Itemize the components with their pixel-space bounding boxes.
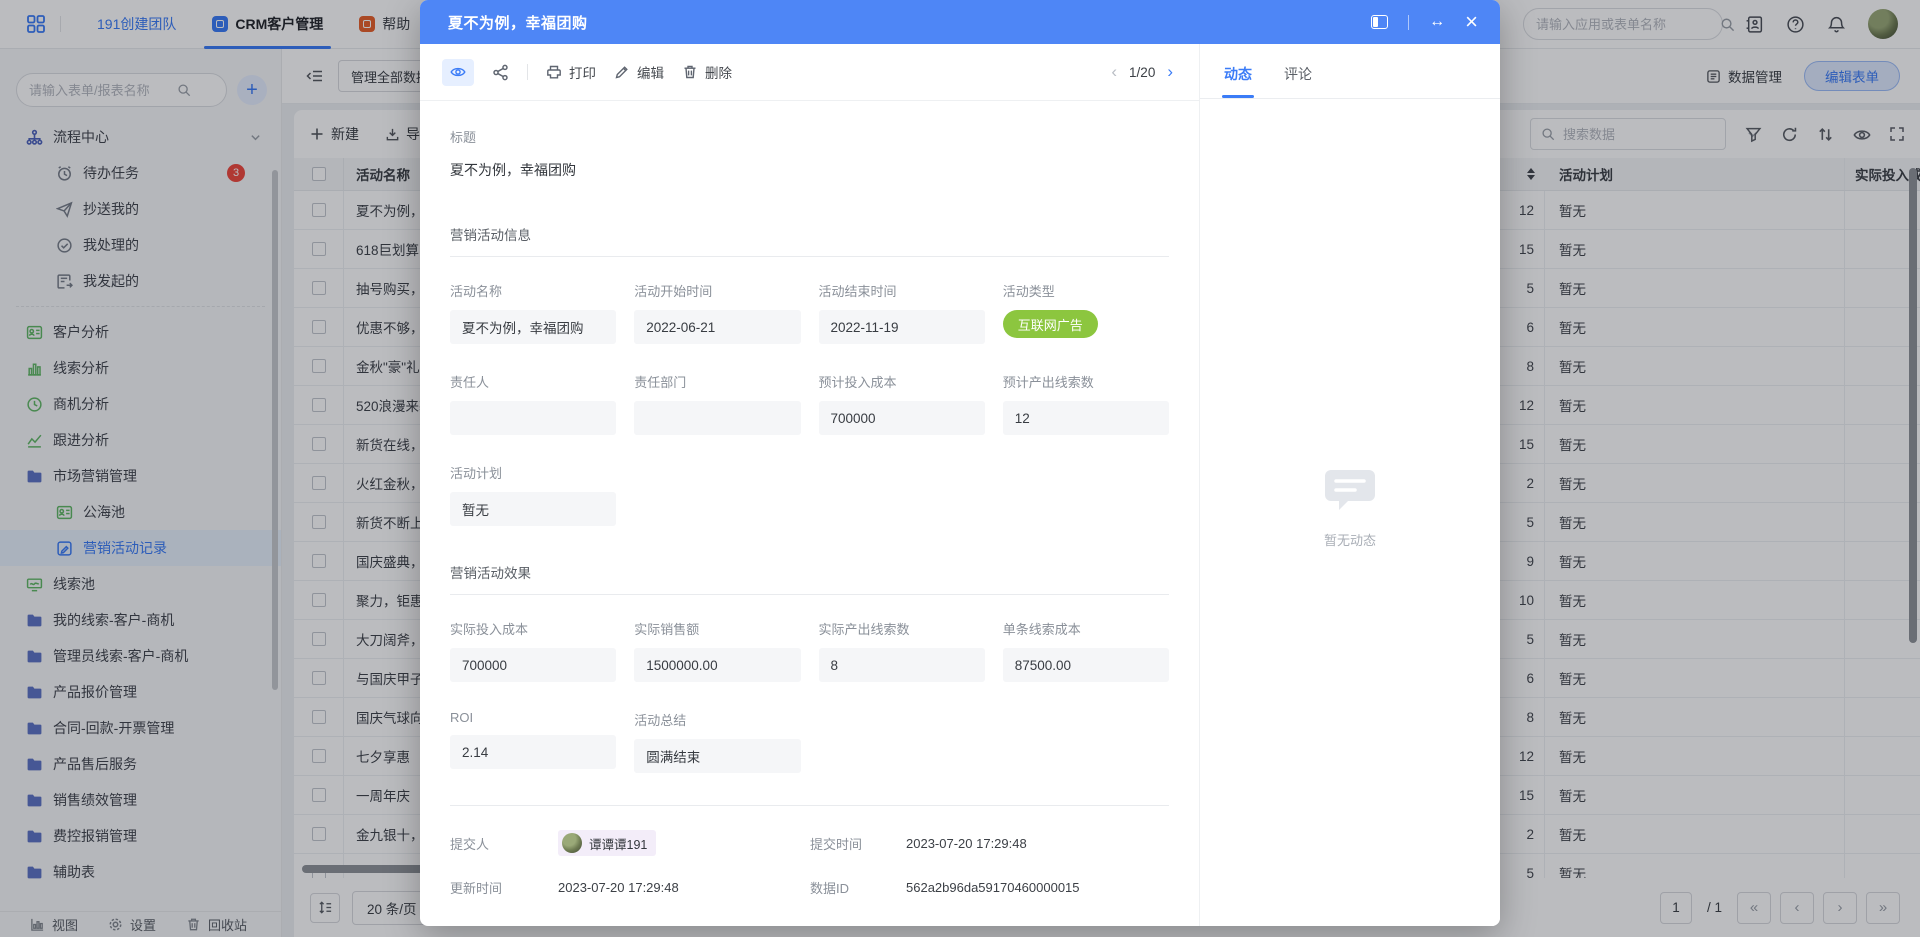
detail-toolbar: 打印 编辑 [420, 44, 1199, 101]
field-value: 1500000.00 [634, 648, 800, 682]
record-position-label: 1/20 [1129, 65, 1155, 80]
field-value: 700000 [450, 648, 616, 682]
field-roi: ROI 2.14 [450, 710, 616, 773]
field-cost-per-lead: 单条线索成本 87500.00 [1003, 619, 1169, 682]
activity-empty-state: 暂无动态 [1200, 464, 1500, 549]
field-value: 夏不为例，幸福团购 [450, 310, 616, 344]
field-owner: 责任人 [450, 372, 616, 435]
printer-icon [546, 64, 563, 81]
field-value: 圆满结束 [634, 739, 800, 773]
expand-icon[interactable]: ↔ [1429, 14, 1445, 30]
preview-mode-button[interactable] [442, 59, 474, 86]
activity-pane: 动态 评论 暂无动态 [1200, 44, 1500, 926]
field-value [634, 401, 800, 435]
record-detail-scroll[interactable]: 标题 夏不为例，幸福团购 营销活动信息 活动名称 夏不为例，幸福团购 活动开始时… [420, 101, 1199, 926]
submitter-avatar [562, 833, 582, 853]
field-summary: 活动总结 圆满结束 [634, 710, 800, 773]
record-detail-modal: 夏不为例，幸福团购 ↔ × [420, 0, 1500, 926]
record-pager: ‹ 1/20 › [1111, 62, 1173, 82]
field-row: 活动名称 夏不为例，幸福团购 活动开始时间 2022-06-21 活动结束时间 … [450, 281, 1169, 344]
empty-text: 暂无动态 [1324, 530, 1376, 549]
record-meta: 提交人 谭谭谭191 提交时间 2023-07-20 17:29:48 更新时间… [450, 830, 1169, 897]
toggle-side-panel-icon[interactable] [1371, 15, 1388, 29]
field-actual-cost: 实际投入成本 700000 [450, 619, 616, 682]
record-detail-pane: 打印 编辑 [420, 44, 1200, 926]
trash-icon [682, 64, 699, 81]
next-record-button[interactable]: › [1167, 62, 1173, 82]
field-value: 2.14 [450, 735, 616, 769]
field-value: 2022-06-21 [634, 310, 800, 344]
field-row: 实际投入成本 700000 实际销售额 1500000.00 实际产出线索数 8 [450, 619, 1169, 682]
delete-button[interactable]: 删除 [682, 62, 732, 82]
field-value: 12 [1003, 401, 1169, 435]
field-value: 2022-11-19 [819, 310, 985, 344]
field-campaign-type: 活动类型 互联网广告 [1003, 281, 1169, 344]
field-end-date: 活动结束时间 2022-11-19 [819, 281, 985, 344]
data-id-value: 562a2b96da59170460000015 [906, 880, 1169, 895]
field-actual-sales: 实际销售额 1500000.00 [634, 619, 800, 682]
field-row: 活动计划 暂无 [450, 463, 1169, 526]
update-time-value: 2023-07-20 17:29:48 [558, 880, 810, 895]
submit-time-value: 2023-07-20 17:29:48 [906, 836, 1169, 851]
submitter-tag[interactable]: 谭谭谭191 [558, 830, 656, 856]
field-campaign-name: 活动名称 夏不为例，幸福团购 [450, 281, 616, 344]
tab-activity[interactable]: 动态 [1224, 64, 1252, 98]
field-value: 87500.00 [1003, 648, 1169, 682]
modal-header-divider [1408, 15, 1409, 30]
modal-header: 夏不为例，幸福团购 ↔ × [420, 0, 1500, 44]
field-expected-cost: 预计投入成本 700000 [819, 372, 985, 435]
meta-divider [450, 805, 1169, 806]
field-value: 8 [819, 648, 985, 682]
field-campaign-plan: 活动计划 暂无 [450, 463, 616, 526]
field-value: 暂无 [450, 492, 616, 526]
field-row: ROI 2.14 活动总结 圆满结束 [450, 710, 1169, 773]
section-title-campaign-info: 营销活动信息 [450, 224, 1169, 257]
field-start-date: 活动开始时间 2022-06-21 [634, 281, 800, 344]
print-button[interactable]: 打印 [546, 62, 596, 82]
edit-button[interactable]: 编辑 [614, 62, 664, 82]
empty-bubble-icon [1319, 464, 1381, 516]
toolbar-divider [527, 64, 528, 80]
campaign-type-tag: 互联网广告 [1003, 310, 1098, 338]
app-screen: 191创建团队 CRM客户管理 帮助 [0, 0, 1920, 937]
field-department: 责任部门 [634, 372, 800, 435]
activity-tabs: 动态 评论 [1200, 44, 1500, 99]
close-icon[interactable]: × [1465, 11, 1478, 33]
modal-title: 夏不为例，幸福团购 [448, 12, 588, 33]
modal-header-actions: ↔ × [1371, 11, 1478, 33]
field-actual-leads: 实际产出线索数 8 [819, 619, 985, 682]
prev-record-button[interactable]: ‹ [1111, 62, 1117, 82]
pencil-icon [614, 64, 631, 81]
field-value: 700000 [819, 401, 985, 435]
share-icon[interactable] [492, 64, 509, 81]
tab-comments[interactable]: 评论 [1284, 64, 1312, 98]
field-value [450, 401, 616, 435]
field-label: 标题 [450, 127, 1169, 146]
section-title-campaign-effect: 营销活动效果 [450, 562, 1169, 595]
field-expected-leads: 预计产出线索数 12 [1003, 372, 1169, 435]
field-row: 责任人 责任部门 预计投入成本 700000 预计产出线索数 [450, 372, 1169, 435]
record-title-value: 夏不为例，幸福团购 [450, 160, 1169, 180]
modal-body: 打印 编辑 [420, 44, 1500, 926]
